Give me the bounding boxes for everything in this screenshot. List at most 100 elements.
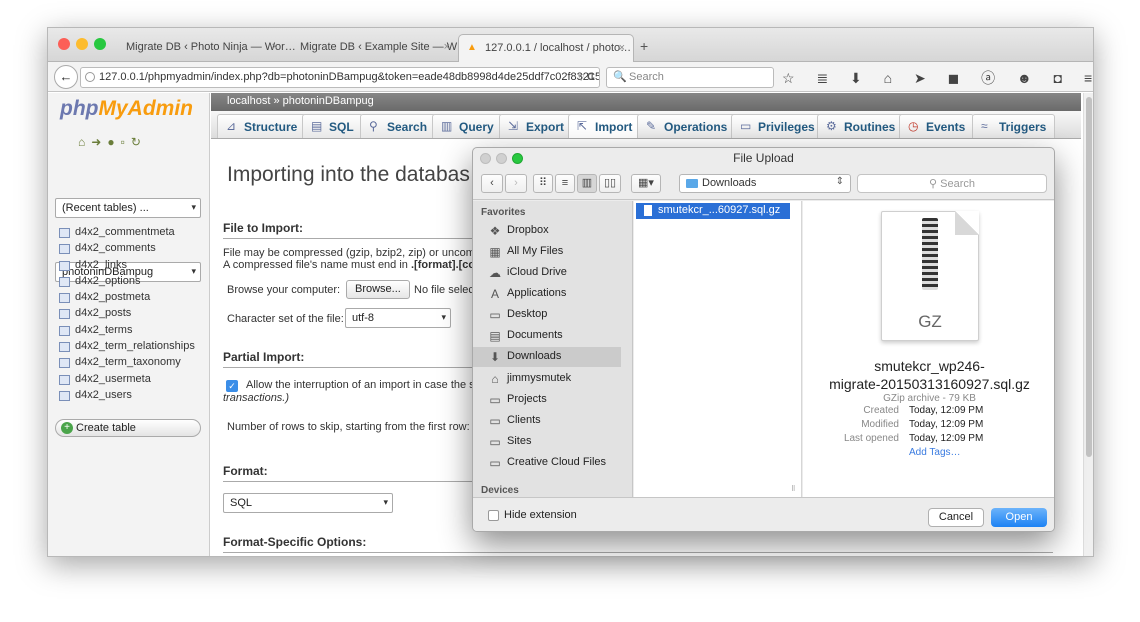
close-tab-icon[interactable]: × <box>619 42 625 54</box>
logout-icon[interactable]: ➜ <box>91 135 107 149</box>
forward-button[interactable]: › <box>505 174 527 193</box>
table-item[interactable]: d4x2_commentmeta <box>59 226 195 242</box>
close-tab-icon[interactable]: × <box>444 41 450 53</box>
zoom-window-button[interactable] <box>94 38 106 50</box>
minimize-window-button[interactable] <box>76 38 88 50</box>
breadcrumb[interactable]: localhost » photoninDBampug <box>211 93 1081 111</box>
arrange-button[interactable]: ▦▾ <box>631 174 661 193</box>
table-item[interactable]: d4x2_usermeta <box>59 373 195 389</box>
tab-export[interactable]: ⇲ Export <box>499 114 574 138</box>
create-table-button[interactable]: + Create table <box>55 419 201 437</box>
no-file-text: No file selec <box>414 284 474 296</box>
browser-search-input[interactable]: 🔍 Search <box>606 67 774 88</box>
tab-triggers[interactable]: ≈ Triggers <box>972 114 1056 138</box>
icon-view-button[interactable]: ⠿ <box>533 174 553 193</box>
table-item[interactable]: d4x2_options <box>59 275 195 291</box>
toolbar-icons[interactable]: ☆ ≣ ⬇ ⌂ ➤ ◼ ⓐ ☻ ◘ ≡ ⚙ <box>782 68 1093 88</box>
sidebar-item-documents[interactable]: ▤ Documents <box>473 326 621 346</box>
tab-import[interactable]: ⇱ Import <box>568 114 642 138</box>
table-item[interactable]: d4x2_term_taxonomy <box>59 356 195 372</box>
import-icon: ⇱ <box>577 119 588 133</box>
sidebar-item-clients[interactable]: ▭ Clients <box>473 411 621 431</box>
sidebar-item-applications[interactable]: A Applications <box>473 284 621 304</box>
cancel-button[interactable]: Cancel <box>928 508 984 527</box>
chevron-down-icon: ▾ <box>191 202 196 212</box>
phpmyadmin-logo[interactable]: phpMyAdmin <box>60 97 193 121</box>
close-window-button[interactable] <box>58 38 70 50</box>
coverflow-view-button[interactable]: ▯▯ <box>599 174 621 193</box>
table-item[interactable]: d4x2_term_relationships <box>59 340 195 356</box>
tab-privileges[interactable]: ▭ Privileges <box>731 114 824 138</box>
recent-tables-select[interactable]: (Recent tables) ... ▾ <box>55 198 201 218</box>
docs-icon[interactable]: ▫ <box>121 135 131 149</box>
sidebar-item-dropbox[interactable]: ❖ Dropbox <box>473 221 621 241</box>
sidebar-item-downloads[interactable]: ⬇ Downloads <box>473 347 621 367</box>
page-scrollbar[interactable] <box>1083 93 1093 556</box>
chevron-down-icon: ▾ <box>441 312 446 322</box>
tab-query[interactable]: ▥ Query <box>432 114 503 138</box>
tab-search[interactable]: ⚲ Search <box>360 114 437 138</box>
dialog-search-input[interactable]: ⚲ Search <box>857 174 1047 193</box>
dropdown-icon: ▽ <box>577 72 588 82</box>
tab-structure[interactable]: ⊿ Structure <box>217 114 307 138</box>
sidebar-item-projects[interactable]: ▭ Projects <box>473 390 621 410</box>
back-button[interactable]: ← <box>54 65 78 89</box>
new-tab-button[interactable]: + <box>640 38 648 54</box>
gz-archive-icon: GZ <box>881 211 979 341</box>
close-tab-icon[interactable]: × <box>272 41 278 53</box>
sidebar-item-icloud-drive[interactable]: ☁ iCloud Drive <box>473 263 621 283</box>
charset-select[interactable]: utf-8 ▾ <box>345 308 451 328</box>
meta-opened-key: Last opened <box>843 433 899 444</box>
tab-sql[interactable]: ▤ SQL <box>302 114 363 138</box>
column-view-button[interactable]: ▥ <box>577 174 597 193</box>
tab-operations[interactable]: ✎ Operations <box>637 114 737 138</box>
sidebar-item-all-my-files[interactable]: ▦ All My Files <box>473 242 621 262</box>
tab-events[interactable]: ◷ Events <box>899 114 975 138</box>
sidebar-quick-icons[interactable]: ⌂➜●▫↻ <box>78 135 147 149</box>
location-popup[interactable]: Downloads ⇕ <box>679 174 851 193</box>
browser-tab-3[interactable]: ▲ 127.0.0.1 / localhost / photo… × <box>458 34 634 62</box>
home-icon[interactable]: ⌂ <box>78 135 91 149</box>
gears-icon: ⚙ <box>826 119 837 133</box>
hide-extension-checkbox[interactable] <box>488 510 499 521</box>
tab-routines[interactable]: ⚙ Routines <box>817 114 905 138</box>
help-icon[interactable]: ● <box>107 135 120 149</box>
browser-tab-2[interactable]: Migrate DB ‹ Example Site — W… × <box>288 34 468 62</box>
file-item-selected[interactable]: smutekcr_...60927.sql.gz <box>636 203 790 219</box>
grid-icon: ⠿ <box>538 177 548 189</box>
columns-icon: ▥ <box>581 177 593 189</box>
table-item[interactable]: d4x2_users <box>59 389 195 405</box>
browser-tab-1[interactable]: Migrate DB ‹ Photo Ninja — Wor… × <box>114 34 296 62</box>
scrollbar-thumb[interactable] <box>1086 97 1092 457</box>
coverflow-icon: ▯▯ <box>603 177 617 189</box>
wrench-icon: ✎ <box>646 119 657 133</box>
phpmyadmin-favicon-icon: ▲ <box>467 42 477 53</box>
table-item[interactable]: d4x2_links <box>59 259 195 275</box>
format-select[interactable]: SQL ▾ <box>223 493 393 513</box>
table-item[interactable]: d4x2_postmeta <box>59 291 195 307</box>
sidebar-item-sites[interactable]: ▭ Sites <box>473 432 621 452</box>
sidebar-item-desktop[interactable]: ▭ Desktop <box>473 305 621 325</box>
table-item[interactable]: d4x2_posts <box>59 307 195 323</box>
open-button[interactable]: Open <box>991 508 1047 527</box>
hide-extension-label: Hide extension <box>504 509 577 521</box>
back-button[interactable]: ‹ <box>481 174 503 193</box>
browse-label: Browse your computer: <box>227 284 341 296</box>
add-tags-link[interactable]: Add Tags… <box>909 447 961 458</box>
column-resize-handle[interactable]: ll <box>791 484 795 493</box>
sidebar-item-creative-cloud[interactable]: ▭ Creative Cloud Files <box>473 453 621 473</box>
table-item[interactable]: d4x2_comments <box>59 242 195 258</box>
nav-bar: ← 127.0.0.1/phpmyadmin/index.php?db=phot… <box>48 62 1093 92</box>
file-upload-dialog: File Upload ‹ › ⠿ ≡ ▥ ▯▯ ▦▾ Downloads ⇕ … <box>472 147 1055 532</box>
reload-button[interactable]: ▽ C <box>578 71 595 83</box>
reload-icon[interactable]: ↻ <box>131 135 147 149</box>
allow-interrupt-checkbox[interactable]: ✓ <box>226 380 238 392</box>
folder-icon: ▭ <box>489 435 501 449</box>
url-bar[interactable]: 127.0.0.1/phpmyadmin/index.php?db=photon… <box>80 67 600 88</box>
table-icon <box>59 342 70 353</box>
list-view-button[interactable]: ≡ <box>555 174 575 193</box>
chevron-right-icon: › <box>514 177 518 189</box>
browse-button[interactable]: Browse... <box>346 280 410 299</box>
table-item[interactable]: d4x2_terms <box>59 324 195 340</box>
sidebar-item-home[interactable]: ⌂ jimmysmutek <box>473 369 621 389</box>
